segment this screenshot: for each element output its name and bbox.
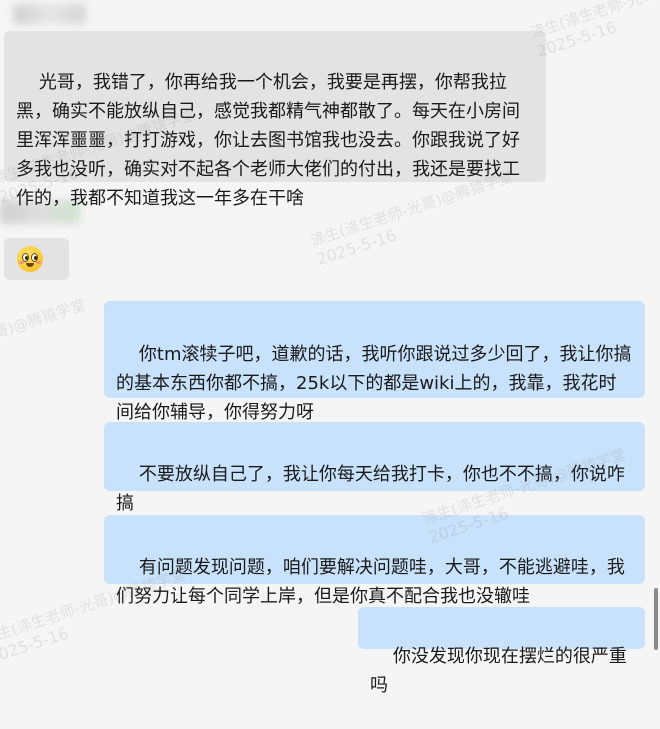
- flushed-face-emoji-icon: [17, 246, 43, 272]
- scrollbar-thumb[interactable]: [654, 588, 658, 650]
- watermark-text: 涤生(涤生老师-光哥)@腾猿学堂 2025-5-16: [0, 295, 88, 379]
- message-text: 光哥，我错了，你再给我一个机会，我要是再摆，你帮我拉黑，确实不能放纵自己，感觉我…: [16, 72, 520, 209]
- chat-message-list[interactable]: 光哥，我错了，你再给我一个机会，我要是再摆，你帮我拉黑，确实不能放纵自己，感觉我…: [0, 0, 660, 696]
- message-text: 有问题发现问题，咱们要解决问题哇，大哥，不能逃避哇，我们努力让每个同学上岸，但是…: [116, 557, 625, 607]
- outgoing-message-bubble[interactable]: 你tm滚犊子吧，道歉的话，我听你跟说过多少回了，我让你搞的基本东西你都不搞，25…: [104, 301, 645, 423]
- outgoing-message-bubble[interactable]: 不要放纵自己了，我让你每天给我打卡，你也不不搞，你说咋搞: [104, 422, 645, 514]
- message-text: 你没发现你现在摆烂的很严重吗: [370, 646, 627, 696]
- outgoing-message-bubble[interactable]: 有问题发现问题，咱们要解决问题哇，大哥，不能逃避哇，我们努力让每个同学上岸，但是…: [104, 515, 645, 607]
- message-text: 你tm滚犊子吧，道歉的话，我听你跟说过多少回了，我让你搞的基本东西你都不搞，25…: [116, 344, 632, 423]
- incoming-emoji-bubble[interactable]: [4, 238, 69, 280]
- incoming-message-bubble[interactable]: 光哥，我错了，你再给我一个机会，我要是再摆，你帮我拉黑，确实不能放纵自己，感觉我…: [4, 31, 546, 209]
- sender-avatar-blurred: [14, 4, 86, 24]
- outgoing-message-bubble[interactable]: 你没发现你现在摆烂的很严重吗: [358, 607, 645, 696]
- chat-scrollbar[interactable]: [652, 0, 660, 657]
- watermark-text: 涤生(涤生老师-光哥)@腾猿学堂 2025-5-16: [528, 0, 660, 62]
- message-text: 不要放纵自己了，我让你每天给我打卡，你也不不搞，你说咋搞: [116, 464, 625, 514]
